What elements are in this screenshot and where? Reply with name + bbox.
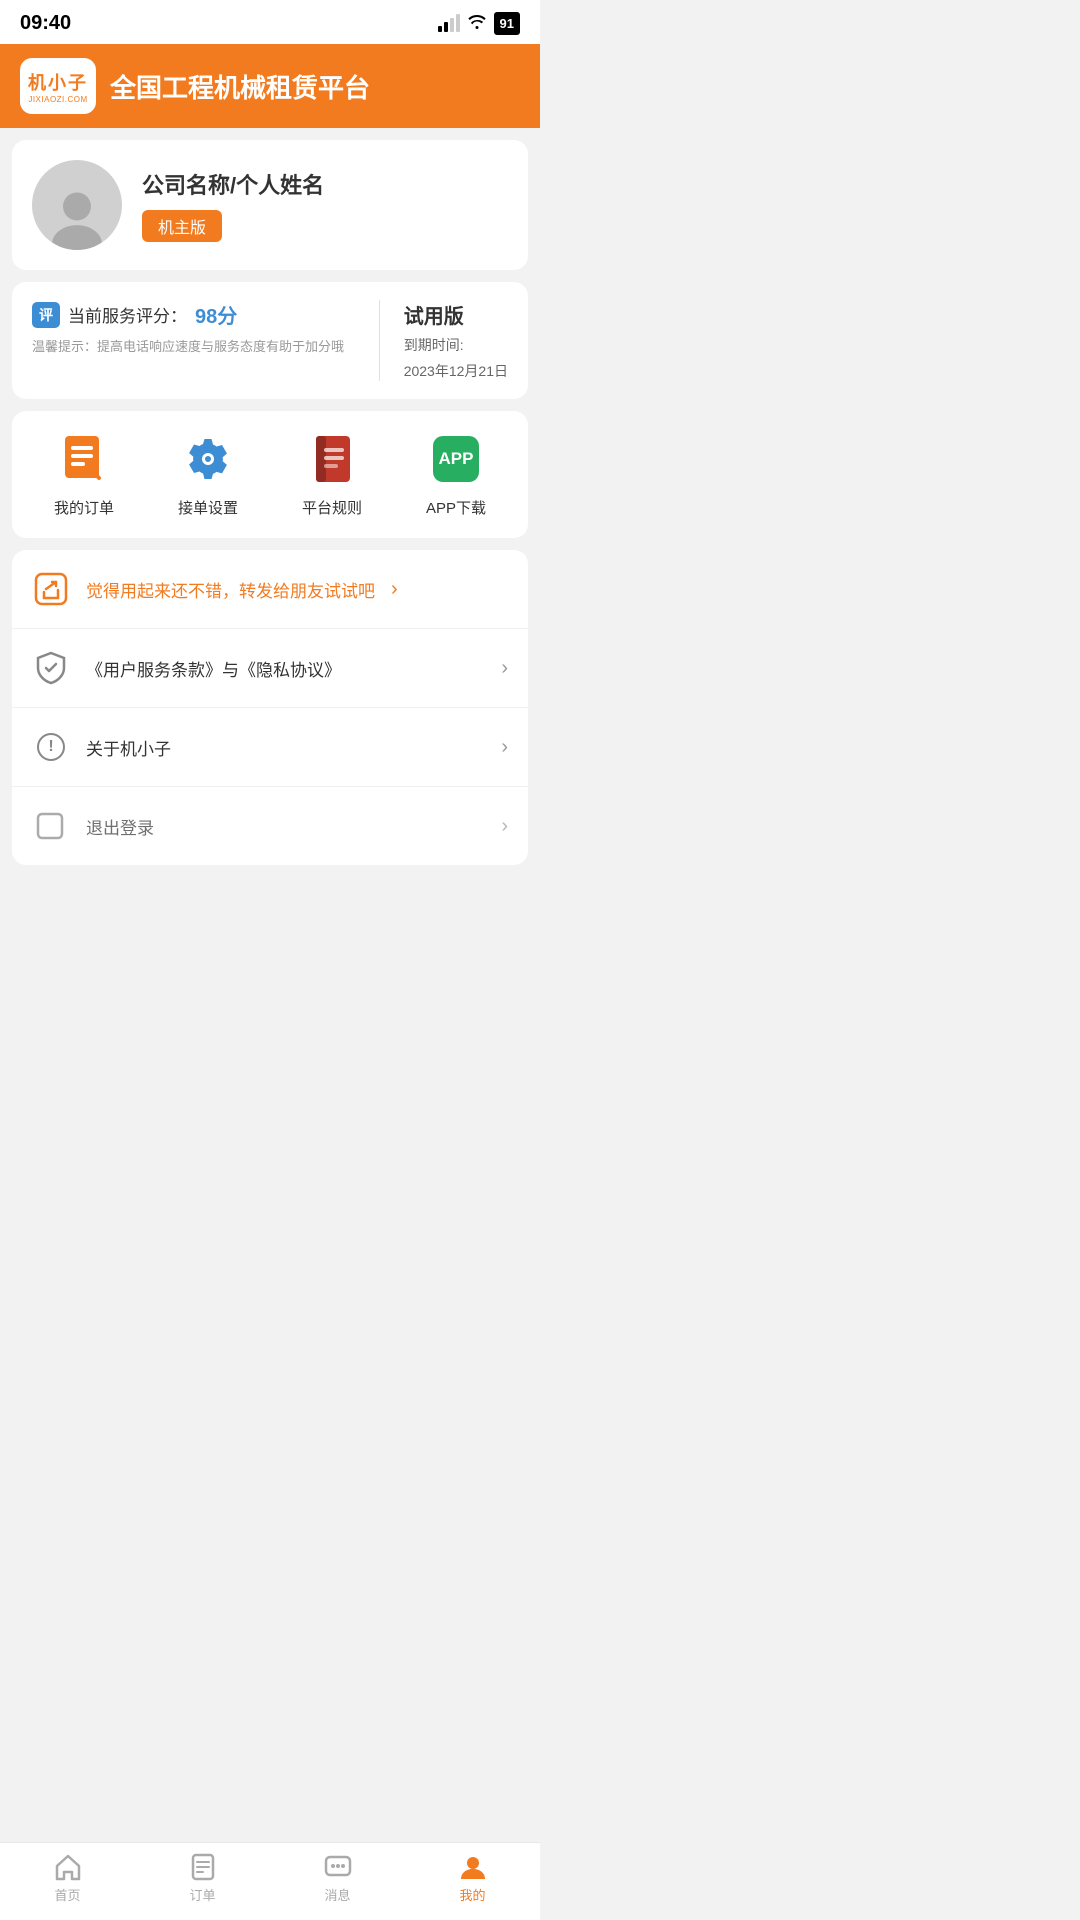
expire-label: 到期时间: [404,335,508,355]
quick-actions: 我的订单 接单设置 [12,411,528,538]
app-title: 全国工程机械租赁平台 [110,68,370,105]
logo-sub: JIXIAOZI.COM [28,95,87,104]
profile-badge[interactable]: 机主版 [142,210,222,242]
menu-item-share[interactable]: 觉得用起来还不错，转发给朋友试试吧 › [12,550,528,629]
app-logo: 机小子 JIXIAOZI.COM [20,58,96,114]
profile-info: 公司名称/个人姓名 机主版 [142,168,324,242]
score-card: 评 当前服务评分： 98分 温馨提示：提高电话响应速度与服务态度有助于加分哦 试… [12,282,528,399]
order-icon [56,431,112,487]
nav-home[interactable]: 首页 [0,1853,135,1904]
score-left: 评 当前服务评分： 98分 温馨提示：提高电话响应速度与服务态度有助于加分哦 [32,300,380,381]
signal-icon [438,14,460,32]
score-label: 当前服务评分： [68,302,187,327]
status-bar: 09:40 91 [0,0,540,44]
nav-messages-label: 消息 [324,1885,350,1904]
home-icon [54,1853,82,1881]
action-order-settings[interactable]: 接单设置 [146,431,270,518]
app-header: 机小子 JIXIAOZI.COM 全国工程机械租赁平台 [0,44,540,128]
profile-name: 公司名称/个人姓名 [142,168,324,200]
trial-title: 试用版 [404,300,508,329]
menu-about-text: 关于机小子 [86,735,485,760]
menu-card: 觉得用起来还不错，转发给朋友试试吧 › 《用户服务条款》与《隐私协议》 › ! … [12,550,528,865]
nav-order-icon [189,1853,217,1881]
status-time: 09:40 [20,12,71,35]
menu-share-text: 觉得用起来还不错，转发给朋友试试吧 [86,577,375,602]
shield-icon [32,649,70,687]
logout-icon [32,807,70,845]
action-app-download[interactable]: APP APP下载 [394,431,518,518]
score-tip: 温馨提示：提高电话响应速度与服务态度有助于加分哦 [32,337,359,357]
app-download-icon: APP [428,431,484,487]
battery-icon: 91 [494,12,520,35]
profile-card: 公司名称/个人姓名 机主版 [12,140,528,270]
message-icon [324,1853,352,1881]
wifi-icon [466,13,488,34]
menu-item-logout[interactable]: 退出登录 › [12,787,528,865]
menu-item-terms[interactable]: 《用户服务条款》与《隐私协议》 › [12,629,528,708]
action-settings-label: 接单设置 [178,497,238,518]
score-value: 98分 [195,300,237,329]
gear-icon [180,431,236,487]
nav-orders[interactable]: 订单 [135,1853,270,1904]
avatar [32,160,122,250]
menu-logout-text: 退出登录 [86,814,485,839]
menu-item-about[interactable]: ! 关于机小子 › [12,708,528,787]
score-header: 评 当前服务评分： 98分 [32,300,359,329]
content-area: 公司名称/个人姓名 机主版 评 当前服务评分： 98分 温馨提示：提高电话响应速… [0,128,540,969]
share-chevron-icon: › [391,578,398,601]
score-tag: 评 [32,302,60,328]
info-icon: ! [32,728,70,766]
nav-profile[interactable]: 我的 [405,1853,540,1904]
status-icons: 91 [438,12,520,35]
action-my-orders[interactable]: 我的订单 [22,431,146,518]
book-icon [304,431,360,487]
about-chevron-icon: › [501,736,508,759]
logout-chevron-icon: › [501,815,508,838]
terms-chevron-icon: › [501,657,508,680]
menu-terms-text: 《用户服务条款》与《隐私协议》 [86,656,485,681]
nav-home-label: 首页 [54,1885,80,1904]
score-right: 试用版 到期时间: 2023年12月21日 [380,300,508,381]
share-icon [32,570,70,608]
action-app-label: APP下载 [426,497,486,518]
profile-icon [459,1853,487,1881]
action-orders-label: 我的订单 [54,497,114,518]
nav-messages[interactable]: 消息 [270,1853,405,1904]
bottom-spacer [12,877,528,957]
logo-title: 机小子 [28,69,88,95]
bottom-nav: 首页 订单 消息 我的 [0,1842,540,1920]
action-platform-rules[interactable]: 平台规则 [270,431,394,518]
expire-date: 2023年12月21日 [404,361,508,381]
nav-orders-label: 订单 [189,1885,215,1904]
action-rules-label: 平台规则 [302,497,362,518]
nav-profile-label: 我的 [459,1885,485,1904]
